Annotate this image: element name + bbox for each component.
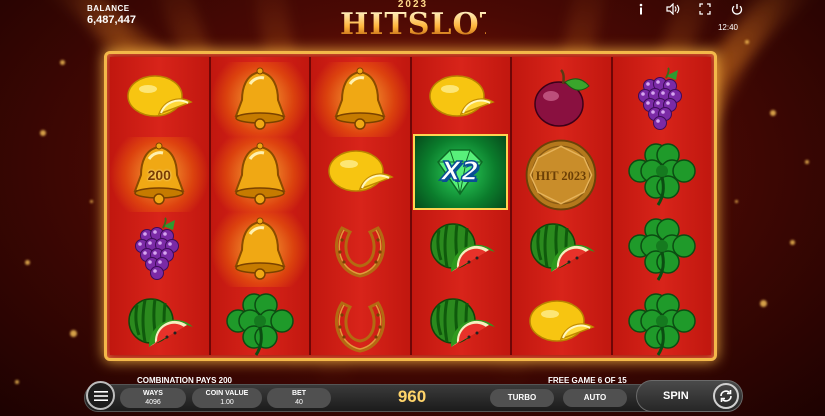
spin-arrows-icon — [713, 383, 739, 409]
balance-display: BALANCE 6,487,447 — [87, 4, 136, 26]
balance-value: 6,487,447 — [87, 14, 136, 26]
reel-2 — [210, 57, 311, 356]
balance-label: BALANCE — [87, 4, 130, 13]
symbol-grapes — [613, 62, 712, 137]
symbol-bell — [210, 62, 309, 137]
symbol-grapes — [110, 212, 209, 287]
ways-value: 4096 — [145, 399, 161, 406]
symbol-horseshoe — [311, 287, 410, 362]
symbol-clover — [613, 137, 712, 212]
symbol-watermelon — [110, 287, 209, 362]
symbol-watermelon — [412, 287, 511, 362]
symbol-bell: 200 — [110, 137, 209, 212]
bet-box[interactable]: BET 40 — [267, 388, 331, 408]
symbol-clover — [613, 287, 712, 362]
ways-label: WAYS — [143, 390, 163, 397]
reel-6 — [612, 57, 712, 356]
wild-multiplier-symbol: X2 — [412, 134, 508, 210]
reel-4: X2 — [411, 57, 512, 355]
top-icon-bar — [633, 2, 745, 17]
game-logo: 2023 HITSLOT — [340, 0, 503, 44]
clock: 12:40 — [717, 23, 738, 32]
reel-1: 200 — [110, 57, 211, 355]
close-icon[interactable] — [729, 3, 745, 17]
symbol-coin: HIT 2023 — [512, 137, 611, 212]
reels-area[interactable]: 200 X2 HIT 2023 — [110, 57, 712, 356]
win-value-label: 200 — [147, 166, 171, 183]
menu-button[interactable] — [86, 381, 115, 410]
symbol-horseshoe — [311, 212, 410, 287]
multiplier-label: X2 — [440, 156, 480, 188]
coin-value-label: COIN VALUE — [205, 390, 249, 397]
symbol-lemon — [110, 62, 209, 137]
ways-box: WAYS 4096 — [120, 388, 186, 408]
hamburger-icon — [93, 390, 108, 401]
reel-3 — [311, 57, 412, 355]
logo-text: HITSLOT — [340, 7, 503, 42]
symbol-bell — [311, 62, 410, 137]
coin-value-box[interactable]: COIN VALUE 1.00 — [192, 388, 262, 408]
symbol-clover — [613, 212, 712, 287]
symbol-plum — [512, 62, 611, 137]
sound-icon[interactable] — [665, 2, 681, 17]
spin-button[interactable]: SPIN — [636, 380, 743, 412]
symbol-bell — [210, 212, 309, 287]
reel-5: HIT 2023 — [512, 57, 613, 355]
coin-value: 1.00 — [220, 399, 234, 406]
win-amount: 960 — [397, 387, 427, 406]
bet-value: 40 — [295, 399, 303, 406]
svg-text:HIT 2023: HIT 2023 — [536, 168, 587, 182]
symbol-watermelon — [512, 212, 611, 287]
symbol-bell — [210, 137, 309, 212]
symbol-clover — [211, 287, 310, 362]
symbol-lemon — [512, 287, 611, 362]
turbo-button[interactable]: TURBO — [490, 389, 554, 407]
spin-label: SPIN — [663, 390, 689, 402]
fullscreen-icon[interactable] — [697, 3, 713, 17]
info-icon[interactable] — [633, 3, 649, 17]
reel-frame: 200 X2 HIT 2023 — [104, 51, 717, 361]
symbol-watermelon — [412, 212, 511, 287]
symbol-lemon — [311, 137, 410, 212]
symbol-lemon — [412, 62, 511, 137]
bet-label: BET — [292, 390, 306, 397]
auto-button[interactable]: AUTO — [563, 389, 627, 407]
